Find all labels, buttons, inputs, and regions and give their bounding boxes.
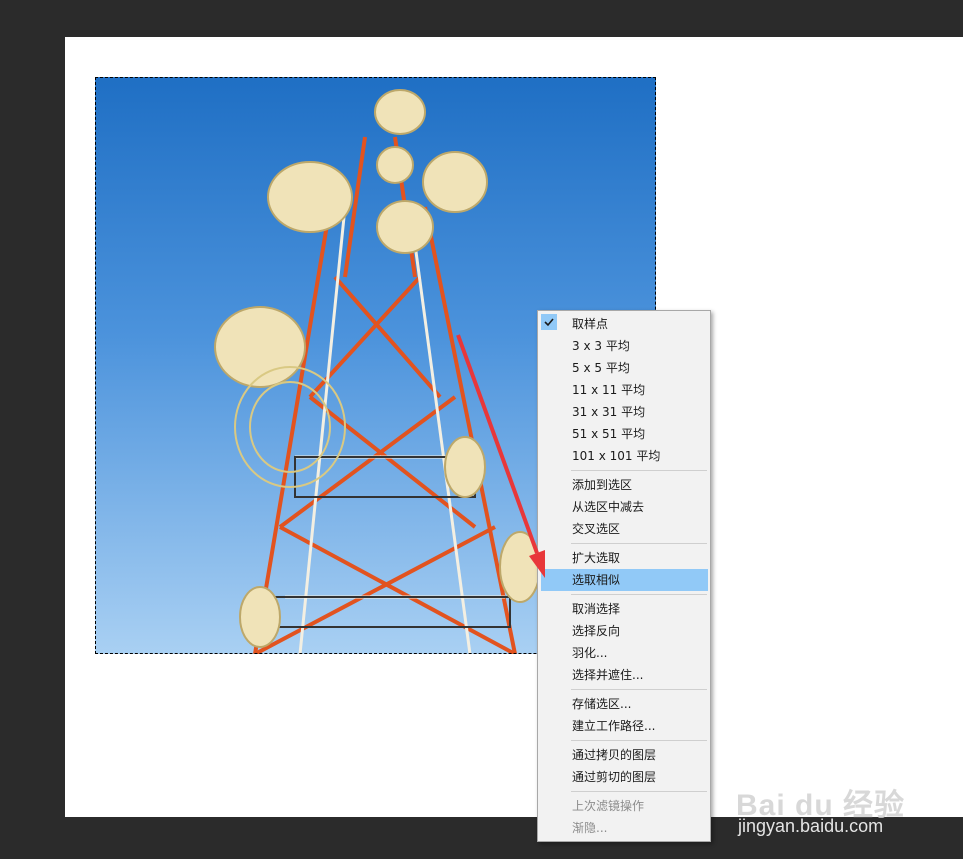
- menu-item-101x101-average[interactable]: 101 x 101 平均: [541, 445, 708, 467]
- menu-separator: [571, 791, 707, 792]
- menu-separator: [571, 594, 707, 595]
- menu-item-feather[interactable]: 羽化...: [541, 642, 708, 664]
- menu-item-layer-via-copy[interactable]: 通过拷贝的图层: [541, 744, 708, 766]
- menu-item-5x5-average[interactable]: 5 x 5 平均: [541, 357, 708, 379]
- menu-item-31x31-average[interactable]: 31 x 31 平均: [541, 401, 708, 423]
- menu-separator: [571, 543, 707, 544]
- context-menu: 取样点 3 x 3 平均 5 x 5 平均 11 x 11 平均 31 x 31…: [537, 310, 711, 842]
- menu-item-intersect-selection[interactable]: 交叉选区: [541, 518, 708, 540]
- menu-item-subtract-from-selection[interactable]: 从选区中减去: [541, 496, 708, 518]
- menu-separator: [571, 470, 707, 471]
- menu-item-grow[interactable]: 扩大选取: [541, 547, 708, 569]
- menu-item-select-and-mask[interactable]: 选择并遮住...: [541, 664, 708, 686]
- menu-item-last-filter: 上次滤镜操作: [572, 799, 645, 813]
- menu-item-sample-point[interactable]: 取样点: [541, 313, 708, 335]
- menu-item-3x3-average[interactable]: 3 x 3 平均: [541, 335, 708, 357]
- menu-separator: [571, 689, 707, 690]
- menu-item-select-inverse[interactable]: 选择反向: [541, 620, 708, 642]
- menu-separator: [571, 740, 707, 741]
- menu-item-deselect[interactable]: 取消选择: [541, 598, 708, 620]
- baidu-watermark: Bai du 经验 jingyan.baidu.com: [736, 780, 956, 840]
- menu-item-make-work-path[interactable]: 建立工作路径...: [541, 715, 708, 737]
- menu-item-save-selection[interactable]: 存储选区...: [541, 693, 708, 715]
- menu-item-similar[interactable]: 选取相似: [541, 569, 708, 591]
- watermark-url: jingyan.baidu.com: [738, 816, 884, 836]
- menu-item-add-to-selection[interactable]: 添加到选区: [541, 474, 708, 496]
- menu-item-fade: 渐隐...: [572, 821, 608, 835]
- menu-item-layer-via-cut[interactable]: 通过剪切的图层: [541, 766, 708, 788]
- menu-item-51x51-average[interactable]: 51 x 51 平均: [541, 423, 708, 445]
- menu-item-11x11-average[interactable]: 11 x 11 平均: [541, 379, 708, 401]
